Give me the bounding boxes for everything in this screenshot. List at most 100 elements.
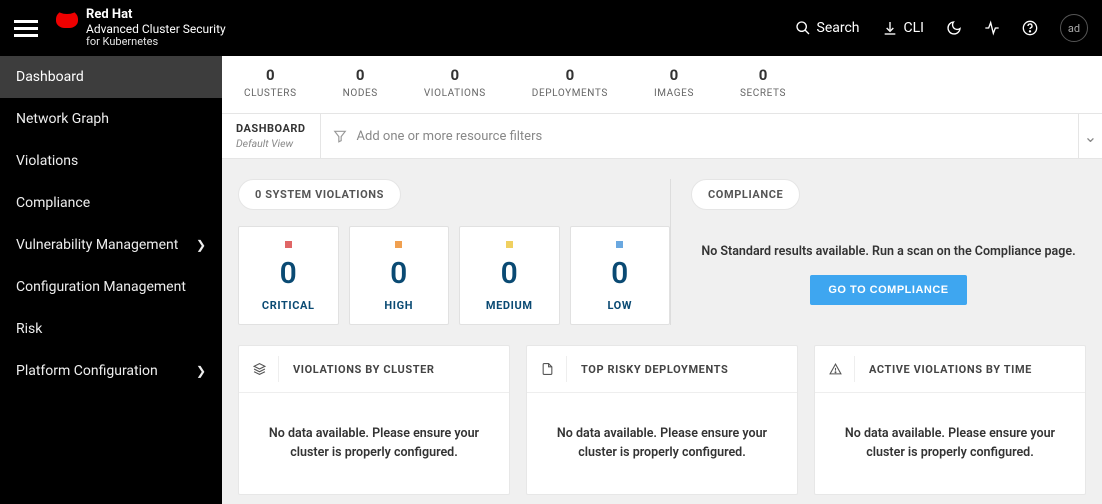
filter-dropdown-toggle[interactable]: ⌄ [1078,114,1102,158]
dashboard-title: DASHBOARD [236,122,306,135]
severity-dot [506,241,513,248]
cli-button[interactable]: CLI [882,20,924,36]
content: 0 CLUSTERS 0 NODES 0 VIOLATIONS 0 DEPLOY… [222,56,1102,504]
download-icon [882,20,898,36]
count-value: 0 [343,66,378,84]
resource-filter-input[interactable]: Add one or more resource filters [320,114,1078,158]
severity-low[interactable]: 0 LOW [570,226,671,325]
compliance-title: COMPLIANCE [691,179,800,210]
severity-name: MEDIUM [468,299,551,312]
search-icon [795,20,811,36]
count-value: 0 [424,66,486,84]
sidebar-item-label: Network Graph [16,111,109,127]
system-violations-panel: 0 SYSTEM VIOLATIONS 0 CRITICAL 0 HIGH [238,179,670,325]
count-value: 0 [740,66,786,84]
severity-value: 0 [579,256,662,291]
severity-dot [395,241,402,248]
card-title: TOP RISKY DEPLOYMENTS [581,363,728,376]
sidebar-item-risk[interactable]: Risk [0,308,222,350]
chevron-down-icon: ⌄ [1084,127,1097,146]
sidebar-item-label: Vulnerability Management [16,237,178,253]
dashboard-subtitle: Default View [236,137,306,150]
count-deployments[interactable]: 0 DEPLOYMENTS [532,66,608,99]
sidebar-item-label: Risk [16,321,42,337]
activity-icon [984,20,1000,36]
count-value: 0 [532,66,608,84]
severity-value: 0 [468,256,551,291]
count-nodes[interactable]: 0 NODES [343,66,378,99]
count-label: SECRETS [740,88,786,99]
severity-name: HIGH [358,299,441,312]
sidebar-item-configuration-management[interactable]: Configuration Management [0,266,222,308]
layers-icon [253,356,279,382]
count-label: VIOLATIONS [424,88,486,99]
topbar: Red Hat Advanced Cluster Security for Ku… [0,0,1102,56]
file-icon [541,356,567,382]
count-secrets[interactable]: 0 SECRETS [740,66,786,99]
cards-row: VIOLATIONS BY CLUSTER No data available.… [238,345,1086,495]
search-button[interactable]: Search [795,20,860,36]
alert-icon [829,356,855,382]
theme-toggle[interactable] [946,20,962,36]
sidebar-item-dashboard[interactable]: Dashboard [0,56,222,98]
sidebar-item-label: Configuration Management [16,279,186,295]
redhat-logo-icon [56,10,78,28]
sidebar: Dashboard Network Graph Violations Compl… [0,56,222,504]
activity-button[interactable] [984,20,1000,36]
card-body: No data available. Please ensure your cl… [527,393,797,494]
moon-icon [946,20,962,36]
cli-label: CLI [904,20,924,36]
user-avatar[interactable]: ad [1060,14,1088,42]
hamburger-icon[interactable] [14,20,38,37]
count-value: 0 [654,66,694,84]
count-violations[interactable]: 0 VIOLATIONS [424,66,486,99]
top-actions: Search CLI ad [795,14,1088,42]
count-label: NODES [343,88,378,99]
sidebar-item-label: Platform Configuration [16,363,158,379]
sidebar-item-compliance[interactable]: Compliance [0,182,222,224]
brand: Red Hat Advanced Cluster Security for Ku… [56,8,226,48]
help-button[interactable] [1022,20,1038,36]
severity-dot [616,241,623,248]
card-title: VIOLATIONS BY CLUSTER [293,363,435,376]
brand-line1: Red Hat [86,8,226,22]
severity-name: LOW [579,299,662,312]
card-violations-by-cluster: VIOLATIONS BY CLUSTER No data available.… [238,345,510,495]
avatar-initials: ad [1068,22,1080,35]
severity-value: 0 [247,256,330,291]
help-icon [1022,20,1038,36]
compliance-panel: COMPLIANCE No Standard results available… [670,179,1086,325]
count-label: IMAGES [654,88,694,99]
sidebar-item-label: Violations [16,153,78,169]
card-title: ACTIVE VIOLATIONS BY TIME [869,363,1032,376]
severity-value: 0 [358,256,441,291]
dashboard-header: DASHBOARD Default View Add one or more r… [222,114,1102,159]
summary-counts: 0 CLUSTERS 0 NODES 0 VIOLATIONS 0 DEPLOY… [222,56,1102,114]
severity-high[interactable]: 0 HIGH [349,226,450,325]
chevron-right-icon: ❯ [196,238,206,252]
filter-icon [333,129,347,143]
chevron-right-icon: ❯ [196,364,206,378]
card-body: No data available. Please ensure your cl… [815,393,1085,494]
count-images[interactable]: 0 IMAGES [654,66,694,99]
count-clusters[interactable]: 0 CLUSTERS [244,66,297,99]
brand-line3: for Kubernetes [86,36,226,48]
compliance-message: No Standard results available. Run a sca… [691,244,1086,259]
count-label: DEPLOYMENTS [532,88,608,99]
sidebar-item-label: Dashboard [16,69,84,85]
card-body: No data available. Please ensure your cl… [239,393,509,494]
severity-dot [285,241,292,248]
sidebar-item-vulnerability-management[interactable]: Vulnerability Management ❯ [0,224,222,266]
severity-critical[interactable]: 0 CRITICAL [238,226,339,325]
sidebar-item-violations[interactable]: Violations [0,140,222,182]
severity-medium[interactable]: 0 MEDIUM [459,226,560,325]
sidebar-item-network-graph[interactable]: Network Graph [0,98,222,140]
count-value: 0 [244,66,297,84]
sidebar-item-platform-configuration[interactable]: Platform Configuration ❯ [0,350,222,392]
severity-name: CRITICAL [247,299,330,312]
go-to-compliance-button[interactable]: GO TO COMPLIANCE [810,275,966,305]
filter-placeholder: Add one or more resource filters [357,129,543,144]
card-top-risky-deployments: TOP RISKY DEPLOYMENTS No data available.… [526,345,798,495]
search-label: Search [817,20,860,36]
system-violations-title: 0 SYSTEM VIOLATIONS [238,179,401,210]
